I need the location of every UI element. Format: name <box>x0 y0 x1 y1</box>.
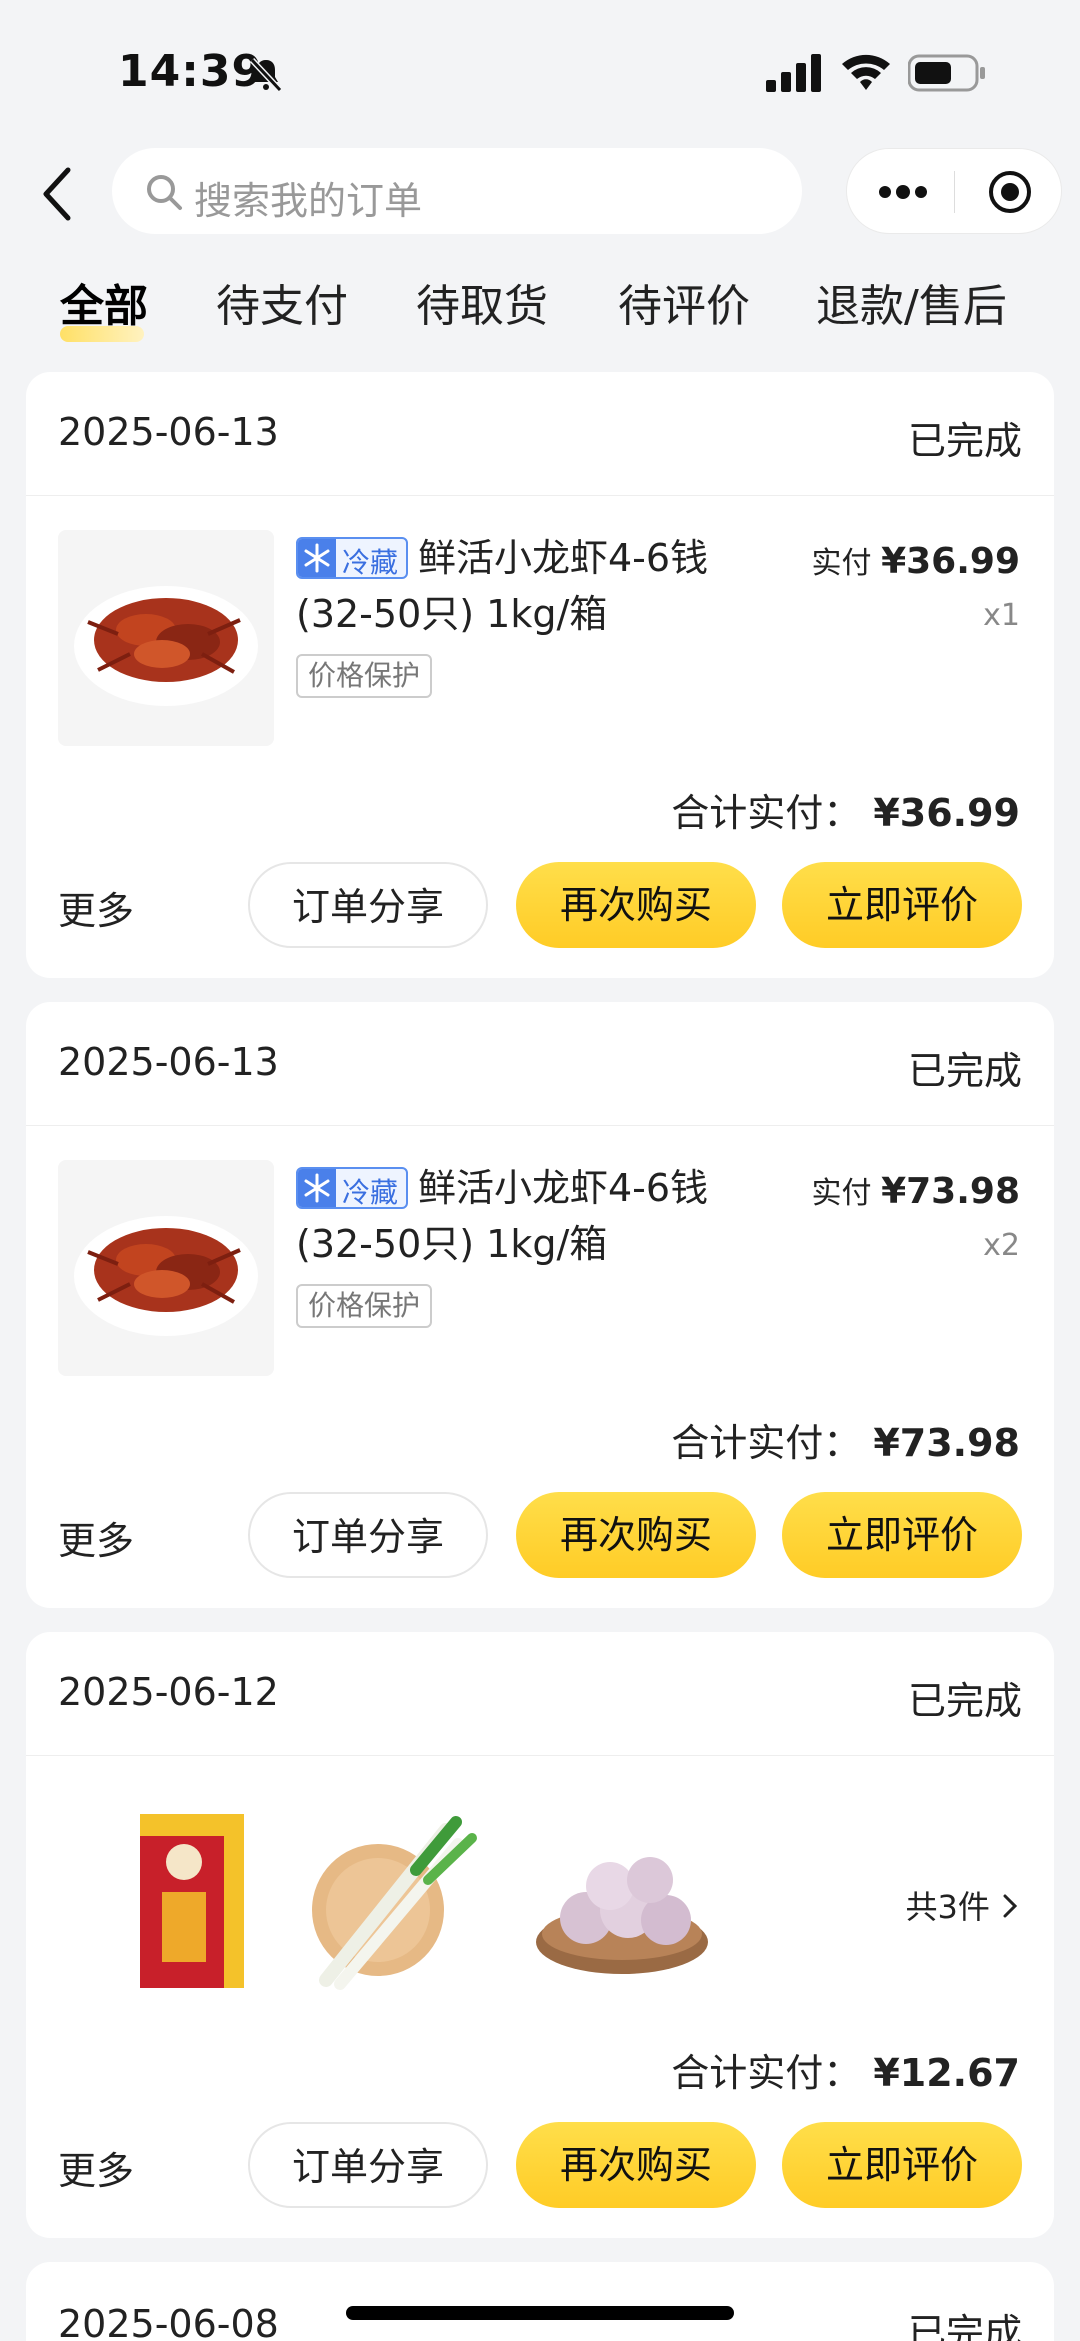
header: 搜索我的订单 <box>0 140 1080 250</box>
paid-line: 实付 ¥73.98 <box>812 1168 1020 1212</box>
search-input[interactable]: 搜索我的订单 <box>112 148 802 234</box>
total-line: 合计实付： ¥12.67 <box>671 2042 1020 2097</box>
product-image-garlic[interactable] <box>524 1792 714 2002</box>
order-tabs: 全部 待支付 待取货 待评价 退款/售后 <box>0 270 1080 350</box>
order-card[interactable]: 2025-06-08 已完成 <box>26 2262 1054 2341</box>
total-label: 合计实付： <box>671 2051 862 2095</box>
paid-amount: ¥36.99 <box>881 541 1020 582</box>
bell-muted-icon <box>249 57 283 92</box>
order-date: 2025-06-13 <box>58 410 279 454</box>
order-date: 2025-06-13 <box>58 1040 279 1084</box>
search-icon <box>147 175 182 210</box>
more-dots-icon[interactable] <box>877 177 929 207</box>
total-label: 合计实付： <box>671 1421 862 1465</box>
total-amount: ¥73.98 <box>873 1421 1020 1465</box>
review-now-button[interactable]: 立即评价 <box>782 1492 1022 1578</box>
tab-all[interactable]: 全部 <box>60 270 148 334</box>
order-status: 已完成 <box>907 1049 1022 1093</box>
order-status: 已完成 <box>907 1679 1022 1723</box>
product-image-seasoning-box[interactable] <box>96 1792 286 2002</box>
quantity: x1 <box>983 598 1020 633</box>
divider <box>26 1125 1054 1126</box>
paid-label: 实付 <box>811 546 872 581</box>
item-count: 共3件 <box>905 1888 990 1926</box>
product-image-crayfish[interactable] <box>58 1160 274 1376</box>
buy-again-button[interactable]: 再次购买 <box>516 862 756 948</box>
share-order-button[interactable]: 订单分享 <box>248 1492 488 1578</box>
order-date: 2025-06-12 <box>58 1670 279 1714</box>
price-protect-tag: 价格保护 <box>296 1284 433 1328</box>
mini-program-capsule <box>846 148 1062 234</box>
quantity: x2 <box>983 1228 1020 1263</box>
order-date: 2025-06-08 <box>58 2302 279 2341</box>
review-now-button[interactable]: 立即评价 <box>782 862 1022 948</box>
order-card[interactable]: 2025-06-13 已完成 冷藏 鲜活小龙虾4-6钱(32-50只) 1kg/… <box>26 372 1054 978</box>
order-status: 已完成 <box>907 2311 1022 2341</box>
wifi-icon <box>842 54 890 90</box>
order-card[interactable]: 2025-06-13 已完成 冷藏 鲜活小龙虾4-6钱(32-50只) 1kg/… <box>26 1002 1054 1608</box>
paid-amount: ¥73.98 <box>881 1171 1020 1212</box>
tab-pending-pickup[interactable]: 待取货 <box>416 270 548 334</box>
total-amount: ¥36.99 <box>873 791 1020 835</box>
more-link[interactable]: 更多 <box>58 1510 134 1565</box>
share-order-button[interactable]: 订单分享 <box>248 2122 488 2208</box>
share-order-button[interactable]: 订单分享 <box>248 862 488 948</box>
price-protect-tag: 价格保护 <box>296 654 433 698</box>
status-time: 14:39 <box>118 46 264 97</box>
paid-line: 实付 ¥36.99 <box>812 538 1020 582</box>
divider <box>26 1755 1054 1756</box>
total-line: 合计实付： ¥73.98 <box>671 1412 1020 1467</box>
buy-again-button[interactable]: 再次购买 <box>516 2122 756 2208</box>
divider <box>26 495 1054 496</box>
tab-refund-aftersale[interactable]: 退款/售后 <box>816 270 1007 334</box>
order-status: 已完成 <box>907 419 1022 463</box>
total-line: 合计实付： ¥36.99 <box>671 782 1020 837</box>
close-target-icon[interactable] <box>987 169 1033 215</box>
buy-again-button[interactable]: 再次购买 <box>516 1492 756 1578</box>
signal-icon <box>766 54 821 92</box>
product-image-crayfish[interactable] <box>58 530 274 746</box>
capsule-divider <box>954 171 955 213</box>
crayfish-plate-icon <box>74 586 258 706</box>
total-amount: ¥12.67 <box>873 2051 1020 2095</box>
back-arrow-icon[interactable] <box>38 164 78 224</box>
garlic-plate-icon <box>536 1857 708 1974</box>
seasoning-box-icon <box>140 1814 244 1988</box>
review-now-button[interactable]: 立即评价 <box>782 2122 1022 2208</box>
home-indicator[interactable] <box>346 2306 734 2320</box>
crayfish-plate-icon <box>74 1216 258 1336</box>
status-bar: 14:39 <box>0 0 1080 140</box>
total-label: 合计实付： <box>671 791 862 835</box>
search-placeholder: 搜索我的订单 <box>194 179 423 223</box>
scallion-plate-icon <box>312 1816 477 1990</box>
product-title[interactable]: 鲜活小龙虾4-6钱(32-50只) 1kg/箱 <box>296 1160 756 1272</box>
order-card[interactable]: 2025-06-12 已完成 共3件 合计实付： ¥12.67 更多 订单分享 … <box>26 1632 1054 2238</box>
chevron-right-icon <box>1003 1894 1018 1918</box>
item-count-link[interactable]: 共3件 <box>905 1882 1020 1928</box>
tab-pending-payment[interactable]: 待支付 <box>216 270 348 334</box>
tab-pending-review[interactable]: 待评价 <box>618 270 750 334</box>
product-title[interactable]: 鲜活小龙虾4-6钱(32-50只) 1kg/箱 <box>296 530 756 642</box>
more-link[interactable]: 更多 <box>58 2140 134 2195</box>
product-image-scallion[interactable] <box>296 1792 486 2002</box>
battery-icon <box>908 54 985 92</box>
more-link[interactable]: 更多 <box>58 880 134 935</box>
paid-label: 实付 <box>811 1176 872 1211</box>
